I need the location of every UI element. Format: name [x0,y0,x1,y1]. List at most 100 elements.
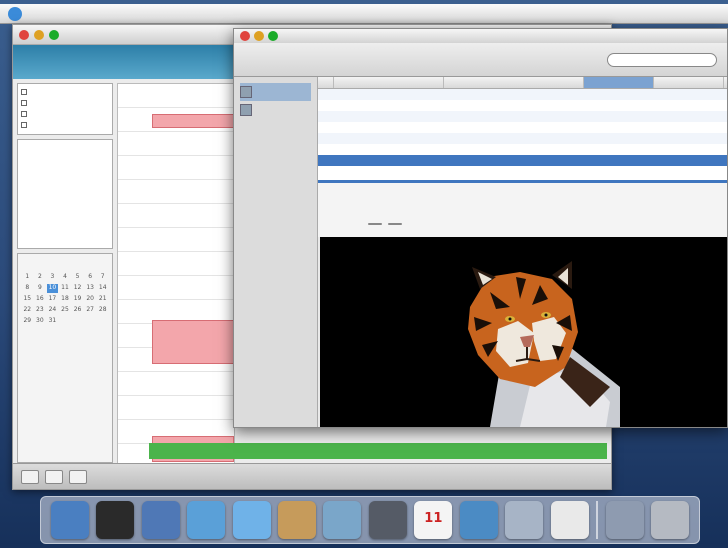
message-row[interactable] [318,89,727,100]
mini-calendar-day[interactable]: 10 [47,284,58,293]
mailbox-item[interactable] [240,101,311,119]
message-subject [444,144,584,155]
header-button[interactable] [388,223,402,225]
calendar-list-item[interactable] [21,98,109,107]
close-icon[interactable] [19,29,29,40]
mini-calendar-day[interactable]: 9 [35,284,46,293]
column-header[interactable] [444,77,584,88]
mini-calendar-day[interactable]: 1 [22,273,33,282]
itunes-icon[interactable] [96,501,135,539]
mini-calendar-day[interactable]: 6 [85,273,96,282]
mini-calendar-day[interactable]: 12 [72,284,83,293]
mail-window[interactable] [233,28,728,428]
finder-icon[interactable] [50,501,89,539]
column-header[interactable] [654,77,724,88]
mini-calendar-day[interactable] [47,262,58,271]
ichat-icon[interactable] [232,501,271,539]
calendar-list-item[interactable] [21,109,109,118]
mini-calendar-day[interactable] [97,262,108,271]
ical-icon[interactable]: 11 [414,501,453,539]
mini-calendar-day[interactable] [85,262,96,271]
mini-calendar-day[interactable]: 16 [35,295,46,304]
message-body [320,237,727,427]
apple-menu-icon[interactable] [8,6,22,21]
mini-calendar-day[interactable]: 28 [97,306,108,315]
trash-icon[interactable] [651,501,690,539]
mini-calendar-day[interactable] [72,262,83,271]
mini-calendar-day[interactable]: 20 [85,295,96,304]
mini-calendar-day[interactable]: 5 [72,273,83,282]
message-list[interactable] [318,77,727,183]
message-row[interactable] [318,133,727,144]
message-row[interactable] [318,155,727,166]
add-calendar-button[interactable] [21,469,39,484]
mini-calendar-day[interactable]: 31 [47,317,58,326]
mini-calendar-day[interactable]: 18 [60,295,71,304]
calendar-event[interactable] [152,320,234,364]
message-row[interactable] [318,111,727,122]
search-input[interactable] [607,52,717,67]
message-row[interactable] [318,100,727,111]
idvd-icon[interactable] [505,501,544,539]
address-book-icon[interactable] [277,501,316,539]
mail-titlebar[interactable] [234,29,727,43]
download-folder-icon[interactable] [605,501,644,539]
calendar-list-item[interactable] [21,120,109,129]
show-info-button[interactable] [45,469,63,484]
mini-calendar-day[interactable]: 14 [97,284,108,293]
message-row[interactable] [318,144,727,155]
minimize-icon[interactable] [254,31,264,41]
mini-calendar-day[interactable]: 22 [22,306,33,315]
header-line [328,209,717,219]
minimize-icon[interactable] [34,29,44,40]
mini-calendar-day[interactable]: 13 [85,284,96,293]
mini-calendar-day[interactable]: 30 [35,317,46,326]
mini-calendar-day[interactable]: 27 [85,306,96,315]
column-header[interactable] [334,77,444,88]
hour-row [118,276,234,300]
zoom-icon[interactable] [268,31,278,41]
iphoto-icon[interactable] [323,501,362,539]
mini-calendar-day[interactable]: 29 [22,317,33,326]
imovie-icon[interactable] [459,501,498,539]
mini-calendar-day[interactable]: 2 [35,273,46,282]
message-date [584,89,654,100]
checkbox[interactable] [21,99,27,106]
documents-icon[interactable] [550,501,589,539]
close-icon[interactable] [240,31,250,41]
mini-calendar-day[interactable] [60,262,71,271]
calendar-list-item[interactable] [21,87,109,96]
checkbox[interactable] [21,121,27,128]
day-view[interactable] [117,83,235,485]
header-button[interactable] [368,223,382,225]
mini-calendar-day[interactable]: 7 [97,273,108,282]
mini-calendar-day[interactable]: 21 [97,295,108,304]
search-button[interactable] [69,469,87,484]
safari-icon[interactable] [187,501,226,539]
column-header[interactable] [584,77,654,88]
mini-calendar-day[interactable]: 25 [60,306,71,315]
mini-calendar-day[interactable] [22,262,33,271]
mini-calendar-day[interactable]: 24 [47,306,58,315]
mini-calendar-day[interactable]: 11 [60,284,71,293]
calendar-event[interactable] [152,114,234,128]
preferences-icon[interactable] [368,501,407,539]
checkbox[interactable] [21,88,27,95]
mail-icon[interactable] [141,501,180,539]
message-size [654,144,724,155]
message-row[interactable] [318,122,727,133]
mini-calendar-day[interactable]: 17 [47,295,58,304]
mini-calendar-day[interactable]: 4 [60,273,71,282]
checkbox[interactable] [21,110,27,117]
zoom-icon[interactable] [49,29,59,40]
mini-calendar-day[interactable]: 23 [35,306,46,315]
mini-calendar-day[interactable]: 15 [22,295,33,304]
mini-calendar-day[interactable]: 8 [22,284,33,293]
mini-calendar-day[interactable]: 19 [72,295,83,304]
column-header[interactable] [318,77,334,88]
message-list-header [318,77,727,89]
mini-calendar-day[interactable]: 3 [47,273,58,282]
mailbox-item[interactable] [240,83,311,101]
mini-calendar-day[interactable]: 26 [72,306,83,315]
mini-calendar-day[interactable] [35,262,46,271]
